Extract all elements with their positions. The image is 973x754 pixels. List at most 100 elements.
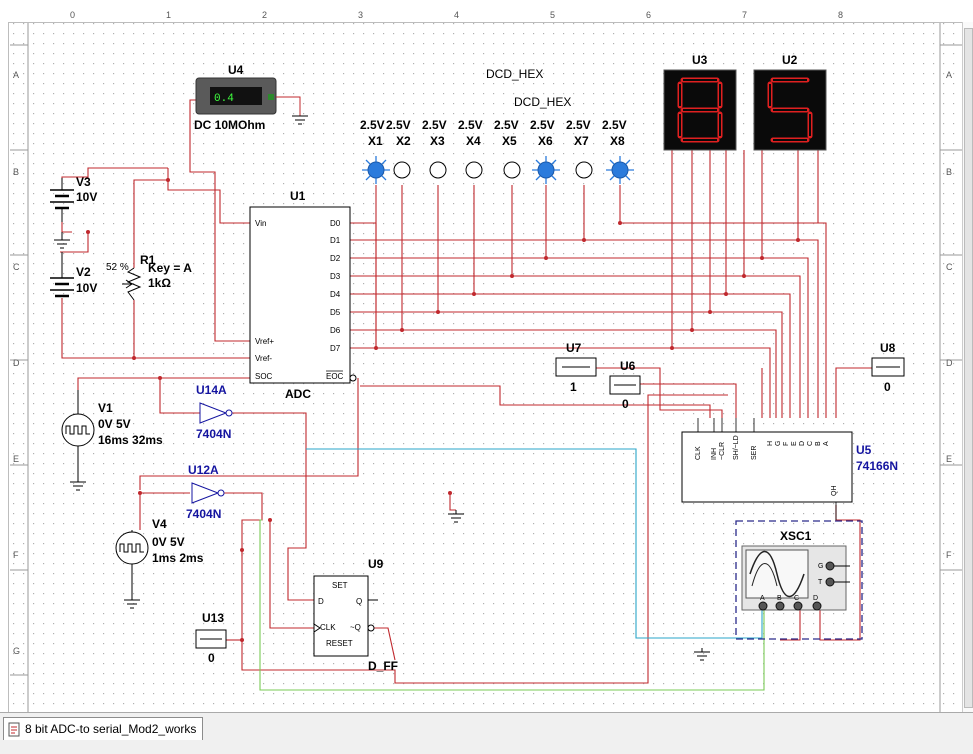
ruler-row: B: [13, 167, 19, 177]
u4-desc: DC 10MOhm: [194, 118, 265, 132]
svg-text:2.5V: 2.5V: [530, 118, 555, 132]
v1-line2: 16ms 32ms: [98, 433, 163, 447]
svg-text:H: H: [767, 441, 774, 446]
v2-value: 10V: [76, 281, 97, 295]
svg-text:~Q: ~Q: [350, 623, 361, 632]
svg-text:1: 1: [570, 380, 577, 394]
svg-text:U2: U2: [782, 53, 798, 67]
ruler-row: D: [946, 358, 953, 368]
ruler-row: C: [946, 262, 953, 272]
u5-part: 74166N: [856, 459, 898, 473]
svg-text:B: B: [777, 595, 782, 602]
scrollbar-thumb[interactable]: [964, 28, 973, 708]
svg-text:2.5V: 2.5V: [602, 118, 627, 132]
dcd-hex-label-2: DCD_HEX: [514, 95, 571, 109]
v4-ref: V4: [152, 517, 167, 531]
design-tab[interactable]: 8 bit ADC-to serial_Mod2_works: [3, 717, 204, 740]
v3-value: 10V: [76, 190, 97, 204]
svg-text:Q: Q: [356, 597, 362, 606]
svg-text:C: C: [794, 595, 799, 602]
svg-text:SH/~LD: SH/~LD: [733, 435, 740, 460]
svg-text:U8: U8: [880, 341, 896, 355]
svg-text:Vin: Vin: [255, 219, 266, 228]
svg-text:0: 0: [208, 651, 215, 665]
ruler-row: D: [13, 358, 20, 368]
u12a-part: 7404N: [186, 507, 221, 521]
svg-text:2.5V: 2.5V: [458, 118, 483, 132]
svg-text:D0: D0: [330, 219, 341, 228]
svg-text:U6: U6: [620, 359, 636, 373]
vertical-scrollbar[interactable]: [962, 22, 973, 712]
svg-text:Vref-: Vref-: [255, 354, 272, 363]
dcd-hex-label-1: DCD_HEX: [486, 67, 543, 81]
svg-text:CLK: CLK: [320, 623, 336, 632]
v4-line2: 1ms 2ms: [152, 551, 204, 565]
v1-line1: 0V 5V: [98, 417, 131, 431]
ruler-row: B: [946, 167, 952, 177]
svg-text:D1: D1: [330, 236, 341, 245]
svg-text:0: 0: [884, 380, 891, 394]
svg-text:EOC: EOC: [326, 372, 344, 381]
adc-u1[interactable]: U1 Vin Vref+ Vref- SOC D0 D1 D2 D3 D4 D5…: [249, 189, 357, 401]
svg-text:D2: D2: [330, 254, 341, 263]
svg-text:U1: U1: [290, 189, 306, 203]
svg-text:Vref+: Vref+: [255, 337, 274, 346]
u5-ref: U5: [856, 443, 872, 457]
svg-text:ADC: ADC: [285, 387, 311, 401]
svg-text:INH: INH: [711, 448, 718, 460]
v2-ref: V2: [76, 265, 91, 279]
ruler-row: F: [946, 550, 952, 560]
svg-text:D6: D6: [330, 326, 341, 335]
svg-text:D: D: [813, 595, 818, 602]
svg-text:SOC: SOC: [255, 372, 273, 381]
u14a-part: 7404N: [196, 427, 231, 441]
svg-text:U3: U3: [692, 53, 708, 67]
r1-value: 1kΩ: [148, 276, 171, 290]
svg-text:QH: QH: [831, 486, 838, 497]
u4-ref: U4: [228, 63, 244, 77]
svg-text:G: G: [775, 441, 782, 446]
svg-text:X6: X6: [538, 134, 553, 148]
design-tab-title: 8 bit ADC-to serial_Mod2_works: [25, 722, 197, 736]
svg-text:A: A: [823, 441, 830, 446]
svg-text:SER: SER: [751, 446, 758, 460]
svg-text:D3: D3: [330, 272, 341, 281]
r1-key: Key = A: [148, 261, 192, 275]
svg-text:U9: U9: [368, 557, 384, 571]
svg-text:U7: U7: [566, 341, 582, 355]
svg-text:D5: D5: [330, 308, 341, 317]
svg-text:D: D: [318, 597, 324, 606]
r1-percent: 52 %: [106, 262, 129, 273]
svg-text:0: 0: [622, 397, 629, 411]
svg-text:D_FF: D_FF: [368, 659, 398, 673]
svg-text:D: D: [799, 441, 806, 446]
svg-text:T: T: [818, 579, 823, 586]
svg-text:X5: X5: [502, 134, 517, 148]
sheet-tab-bar: 8 bit ADC-to serial_Mod2_works: [0, 712, 973, 754]
schematic-canvas[interactable]: A B C D E F G A B C D E F 0.4 U4 DC 10MO…: [0, 0, 962, 712]
v3-ref: V3: [76, 175, 91, 189]
svg-text:XSC1: XSC1: [780, 529, 812, 543]
v1-ref: V1: [98, 401, 113, 415]
svg-text:A: A: [760, 595, 765, 602]
svg-text:X2: X2: [396, 134, 411, 148]
svg-text:X8: X8: [610, 134, 625, 148]
svg-text:X3: X3: [430, 134, 445, 148]
u12a-ref: U12A: [188, 463, 219, 477]
ruler-row: A: [13, 70, 19, 80]
svg-text:U13: U13: [202, 611, 224, 625]
voltmeter-reading: 0.4: [214, 93, 234, 105]
u14a-ref: U14A: [196, 383, 227, 397]
svg-text:~CLR: ~CLR: [719, 442, 726, 460]
svg-text:X1: X1: [368, 134, 383, 148]
svg-text:RESET: RESET: [326, 639, 353, 648]
svg-text:F: F: [783, 442, 790, 446]
ruler-row: F: [13, 550, 19, 560]
svg-text:X4: X4: [466, 134, 481, 148]
svg-text:SET: SET: [332, 581, 348, 590]
ruler-row: G: [13, 646, 20, 656]
svg-text:X7: X7: [574, 134, 589, 148]
schematic-file-icon: [8, 722, 20, 736]
ruler-row: C: [13, 262, 20, 272]
svg-text:D7: D7: [330, 344, 341, 353]
